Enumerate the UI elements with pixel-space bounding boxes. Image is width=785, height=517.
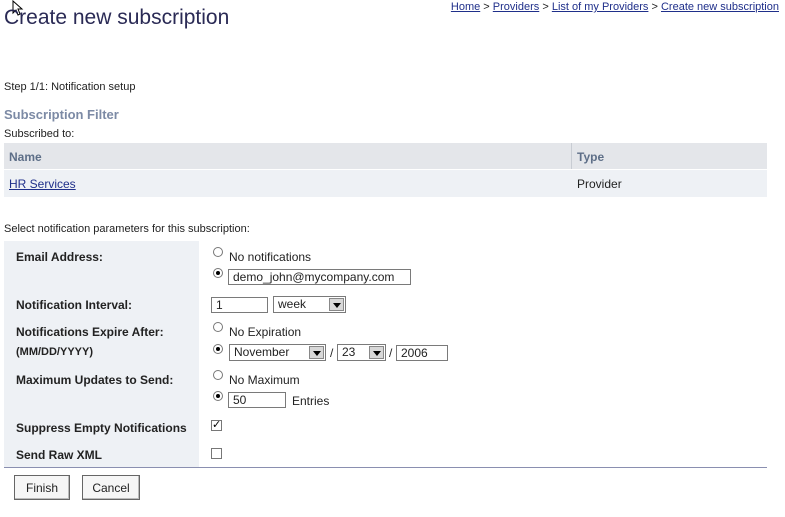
no-notifications-radio[interactable] xyxy=(213,247,223,257)
max-updates-label: Maximum Updates to Send: xyxy=(16,373,174,387)
interval-unit-value: week xyxy=(278,297,307,311)
raw-xml-label: Send Raw XML xyxy=(16,448,103,462)
chevron-down-icon[interactable] xyxy=(309,346,324,359)
no-maximum-radio[interactable] xyxy=(213,370,223,380)
column-header-name[interactable]: Name xyxy=(9,150,42,164)
page-title: Create new subscription xyxy=(4,6,230,29)
expire-label: Notifications Expire After: xyxy=(16,325,164,339)
table-row: HR Services Provider xyxy=(4,170,767,197)
suppress-empty-checkbox[interactable] xyxy=(211,418,222,431)
expire-month-select[interactable]: November xyxy=(229,344,326,361)
no-notifications-label: No notifications xyxy=(229,250,312,264)
cancel-button[interactable]: Cancel xyxy=(82,475,140,500)
date-separator: / xyxy=(389,346,393,360)
column-divider xyxy=(571,143,572,169)
interval-input[interactable]: 1 xyxy=(211,297,268,313)
expire-year-input[interactable]: 2006 xyxy=(396,345,448,361)
expire-month-value: November xyxy=(234,345,290,359)
breadcrumb-separator: > xyxy=(651,1,658,13)
expire-day-value: 23 xyxy=(342,345,356,359)
max-count-radio[interactable] xyxy=(213,391,223,401)
expire-date-radio[interactable] xyxy=(213,344,223,354)
breadcrumb-separator: > xyxy=(483,1,490,13)
interval-unit-select[interactable]: week xyxy=(273,296,346,313)
table-header: Name Type xyxy=(4,143,767,169)
email-input[interactable]: demo_john@mycompany.com xyxy=(228,269,411,285)
chevron-down-icon[interactable] xyxy=(329,298,344,311)
breadcrumb-home-link[interactable]: Home xyxy=(451,1,480,13)
max-updates-input[interactable]: 50 xyxy=(228,392,286,408)
expire-format-label: (MM/DD/YYYY) xyxy=(16,346,93,358)
provider-link[interactable]: HR Services xyxy=(9,177,76,191)
date-separator: / xyxy=(330,346,334,360)
form-label-column: Email Address: Notification Interval: No… xyxy=(4,241,199,467)
no-expiration-label: No Expiration xyxy=(229,325,302,339)
params-intro: Select notification parameters for this … xyxy=(4,223,250,235)
step-indicator: Step 1/1: Notification setup xyxy=(4,81,136,93)
email-address-radio[interactable] xyxy=(213,268,223,278)
expire-day-select[interactable]: 23 xyxy=(337,344,386,361)
entries-label: Entries xyxy=(292,394,330,408)
no-expiration-radio[interactable] xyxy=(213,322,223,332)
chevron-down-icon[interactable] xyxy=(369,346,384,359)
provider-type: Provider xyxy=(577,177,622,191)
breadcrumb-list-link[interactable]: List of my Providers xyxy=(552,1,649,13)
subscribed-to-label: Subscribed to: xyxy=(4,128,75,140)
footer-divider xyxy=(4,467,767,468)
breadcrumb: Home > Providers > List of my Providers … xyxy=(451,1,779,13)
breadcrumb-providers-link[interactable]: Providers xyxy=(493,1,539,13)
subscription-filter-title: Subscription Filter xyxy=(4,107,119,122)
no-maximum-label: No Maximum xyxy=(229,373,300,387)
suppress-empty-label: Suppress Empty Notifications xyxy=(16,421,187,435)
interval-label: Notification Interval: xyxy=(16,298,133,312)
breadcrumb-current-link[interactable]: Create new subscription xyxy=(661,1,779,13)
breadcrumb-separator: > xyxy=(542,1,549,13)
column-header-type[interactable]: Type xyxy=(577,150,604,164)
email-label: Email Address: xyxy=(16,250,103,264)
raw-xml-checkbox[interactable] xyxy=(211,448,222,459)
finish-button[interactable]: Finish xyxy=(14,475,70,500)
